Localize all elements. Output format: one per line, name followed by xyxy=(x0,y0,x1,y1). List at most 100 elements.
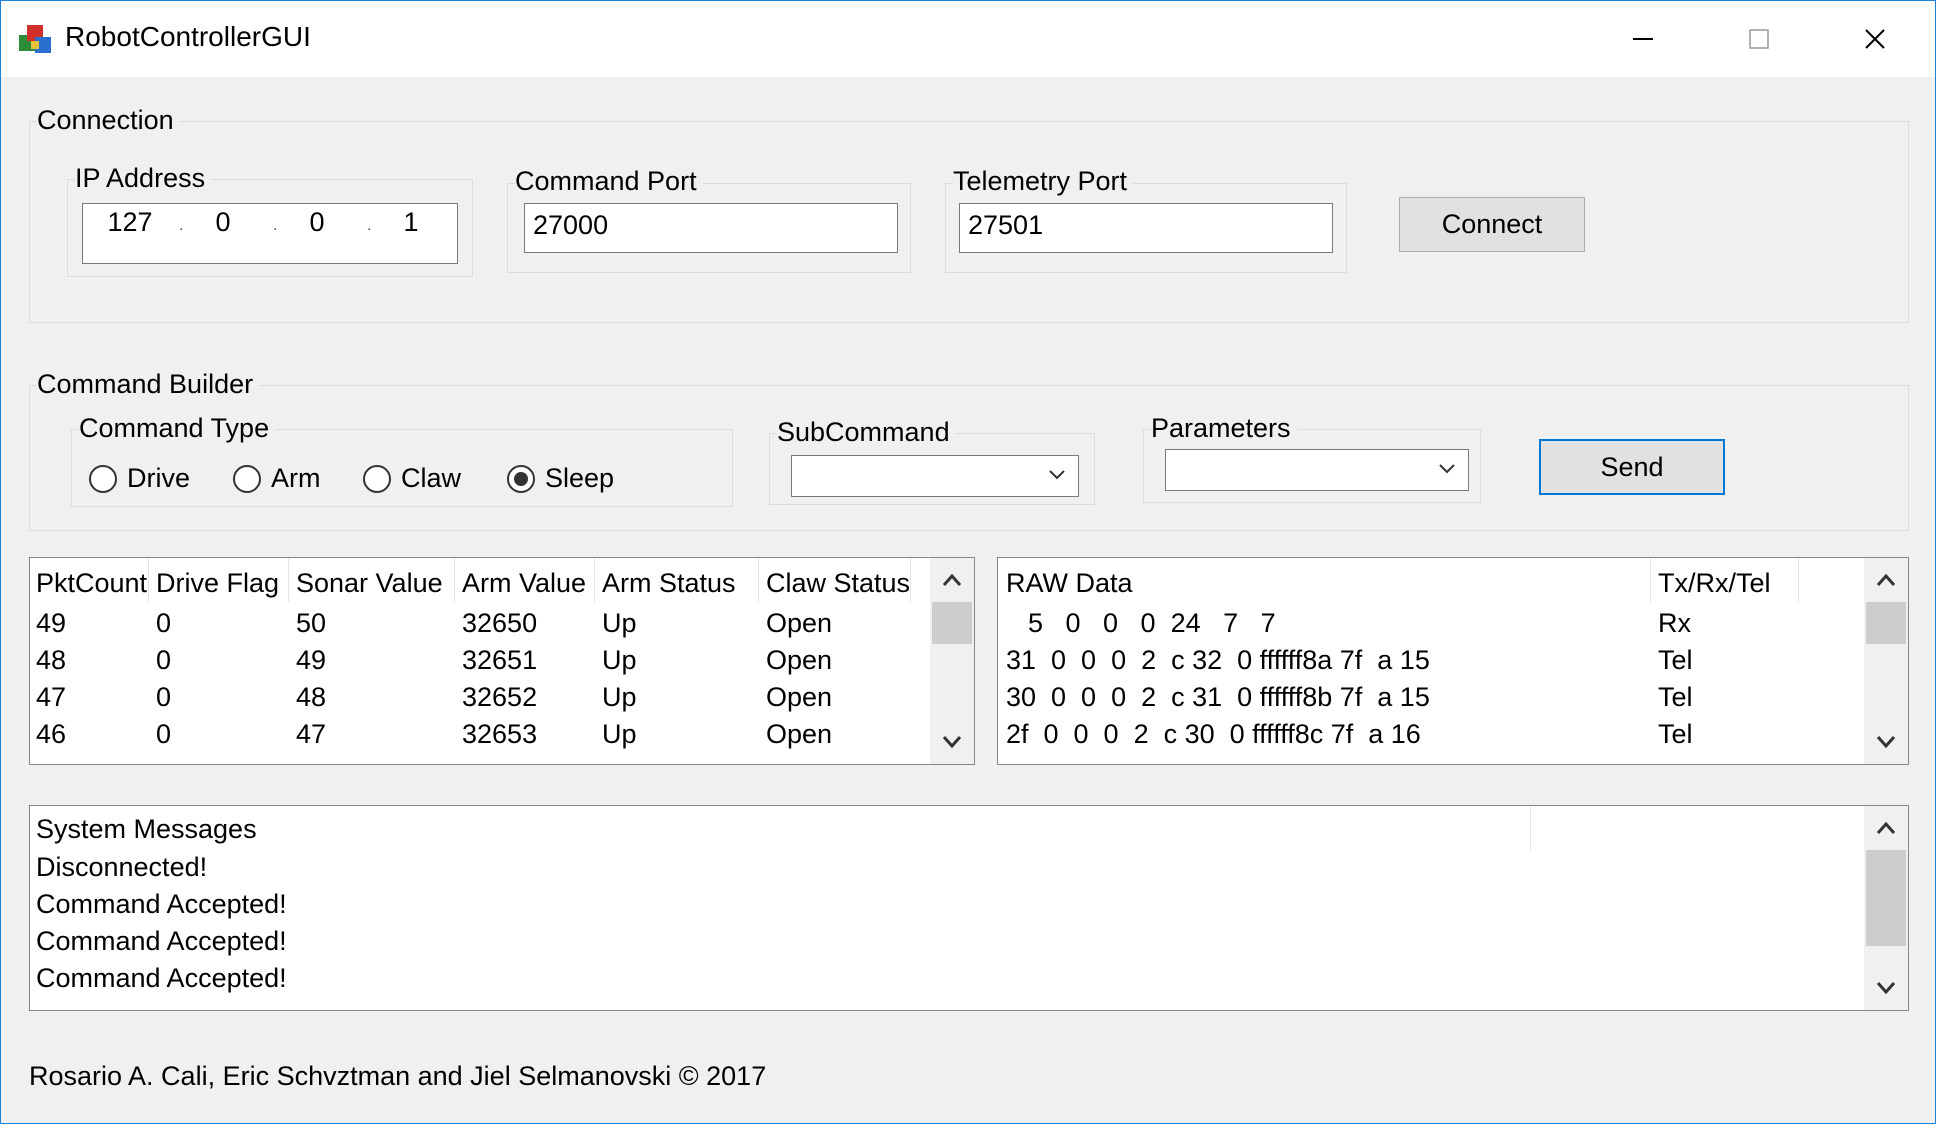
raw-data-table[interactable]: RAW Data Tx/Rx/Tel 5 0 0 0 24 7 7 Rx 31 … xyxy=(997,557,1909,765)
list-item[interactable]: Command Accepted! xyxy=(36,926,287,957)
table-cell[interactable]: Open xyxy=(766,645,832,676)
telemetry-table[interactable]: PktCount Drive Flag Sonar Value Arm Valu… xyxy=(29,557,975,765)
table-cell[interactable]: 0 xyxy=(156,719,171,750)
table-cell[interactable]: 50 xyxy=(296,608,326,639)
table-cell[interactable]: Up xyxy=(602,608,637,639)
scroll-down-button[interactable] xyxy=(1864,722,1908,762)
table-cell[interactable]: 0 xyxy=(156,608,171,639)
table-cell[interactable]: 32652 xyxy=(462,682,537,713)
column-separator[interactable] xyxy=(288,558,289,602)
ip-octet-2[interactable]: 0 xyxy=(198,207,248,238)
table-cell[interactable]: 47 xyxy=(296,719,326,750)
column-separator[interactable] xyxy=(1798,558,1799,602)
parameters-dropdown[interactable] xyxy=(1165,449,1469,491)
column-header[interactable]: Drive Flag xyxy=(156,568,279,599)
table-cell[interactable]: 49 xyxy=(296,645,326,676)
scrollbar-thumb[interactable] xyxy=(1866,602,1906,644)
table-cell[interactable]: 30 0 0 0 2 c 31 0 ffffff8b 7f a 15 xyxy=(1006,682,1430,713)
chevron-down-icon xyxy=(1439,464,1455,474)
ip-octet-1[interactable]: 127 xyxy=(105,207,155,238)
column-separator[interactable] xyxy=(1530,806,1531,850)
list-item[interactable]: Command Accepted! xyxy=(36,889,287,920)
scroll-up-button[interactable] xyxy=(930,560,974,600)
column-separator[interactable] xyxy=(910,558,911,602)
radio-claw[interactable] xyxy=(363,465,391,493)
radio-sleep-label[interactable]: Sleep xyxy=(545,463,614,494)
system-messages-list[interactable]: System Messages Disconnected! Command Ac… xyxy=(29,805,1909,1011)
radio-arm[interactable] xyxy=(233,465,261,493)
column-header[interactable]: Arm Status xyxy=(602,568,736,599)
window-title: RobotControllerGUI xyxy=(65,21,311,52)
scrollbar-thumb[interactable] xyxy=(932,602,972,644)
radio-drive-label[interactable]: Drive xyxy=(127,463,190,494)
ip-octet-4[interactable]: 1 xyxy=(386,207,436,238)
chevron-down-icon xyxy=(1876,736,1896,749)
column-header[interactable]: Sonar Value xyxy=(296,568,443,599)
column-separator[interactable] xyxy=(1650,558,1651,602)
scroll-down-button[interactable] xyxy=(1864,968,1908,1008)
scroll-up-button[interactable] xyxy=(1864,560,1908,600)
column-separator[interactable] xyxy=(758,558,759,602)
column-separator[interactable] xyxy=(454,558,455,602)
table-cell[interactable]: Up xyxy=(602,719,637,750)
table-cell[interactable]: 31 0 0 0 2 c 32 0 ffffff8a 7f a 15 xyxy=(1006,645,1430,676)
close-button[interactable] xyxy=(1817,1,1933,77)
ip-address-label: IP Address xyxy=(75,163,212,194)
minimize-button[interactable] xyxy=(1585,1,1701,77)
table-cell[interactable]: 47 xyxy=(36,682,66,713)
radio-sleep[interactable] xyxy=(507,465,535,493)
vertical-scrollbar[interactable] xyxy=(1864,558,1908,764)
vertical-scrollbar[interactable] xyxy=(930,558,974,764)
minimize-icon xyxy=(1633,38,1653,40)
table-cell[interactable]: 46 xyxy=(36,719,66,750)
table-cell[interactable]: Up xyxy=(602,682,637,713)
table-cell[interactable]: Up xyxy=(602,645,637,676)
list-item[interactable]: Disconnected! xyxy=(36,852,207,883)
title-bar[interactable]: RobotControllerGUI xyxy=(1,1,1935,77)
column-header[interactable]: Arm Value xyxy=(462,568,586,599)
table-cell[interactable]: Rx xyxy=(1658,608,1691,639)
column-header[interactable]: Tx/Rx/Tel xyxy=(1658,568,1771,599)
maximize-button[interactable] xyxy=(1701,1,1817,77)
subcommand-dropdown[interactable] xyxy=(791,455,1079,497)
command-port-input[interactable]: 27000 xyxy=(524,203,898,253)
table-cell[interactable]: 49 xyxy=(36,608,66,639)
chevron-down-icon xyxy=(1876,982,1896,995)
column-header[interactable]: RAW Data xyxy=(1006,568,1133,599)
vertical-scrollbar[interactable] xyxy=(1864,806,1908,1010)
table-cell[interactable]: 2f 0 0 0 2 c 30 0 ffffff8c 7f a 16 xyxy=(1006,719,1421,750)
table-cell[interactable]: Tel xyxy=(1658,682,1693,713)
table-cell[interactable]: Tel xyxy=(1658,719,1693,750)
radio-arm-label[interactable]: Arm xyxy=(271,463,321,494)
send-button[interactable]: Send xyxy=(1539,439,1725,495)
column-separator[interactable] xyxy=(148,558,149,602)
table-cell[interactable]: 32653 xyxy=(462,719,537,750)
column-header[interactable]: Claw Status xyxy=(766,568,910,599)
table-cell[interactable]: Open xyxy=(766,608,832,639)
chevron-down-icon xyxy=(1049,470,1065,480)
scroll-down-button[interactable] xyxy=(930,722,974,762)
table-cell[interactable]: Open xyxy=(766,682,832,713)
column-header[interactable]: PktCount xyxy=(36,568,147,599)
radio-drive[interactable] xyxy=(89,465,117,493)
command-port-label: Command Port xyxy=(515,166,703,197)
table-cell[interactable]: Tel xyxy=(1658,645,1693,676)
table-cell[interactable]: 32651 xyxy=(462,645,537,676)
table-cell[interactable]: 0 xyxy=(156,645,171,676)
column-separator[interactable] xyxy=(594,558,595,602)
column-header[interactable]: System Messages xyxy=(36,814,257,845)
list-item[interactable]: Command Accepted! xyxy=(36,963,287,994)
radio-claw-label[interactable]: Claw xyxy=(401,463,461,494)
table-cell[interactable]: 32650 xyxy=(462,608,537,639)
table-cell[interactable]: 48 xyxy=(296,682,326,713)
connect-button[interactable]: Connect xyxy=(1399,197,1585,252)
scrollbar-thumb[interactable] xyxy=(1866,850,1906,946)
table-cell[interactable]: Open xyxy=(766,719,832,750)
scroll-up-button[interactable] xyxy=(1864,808,1908,848)
close-icon xyxy=(1865,29,1885,49)
table-cell[interactable]: 0 xyxy=(156,682,171,713)
table-cell[interactable]: 5 0 0 0 24 7 7 xyxy=(1028,608,1276,639)
ip-octet-3[interactable]: 0 xyxy=(292,207,342,238)
table-cell[interactable]: 48 xyxy=(36,645,66,676)
telemetry-port-input[interactable]: 27501 xyxy=(959,203,1333,253)
